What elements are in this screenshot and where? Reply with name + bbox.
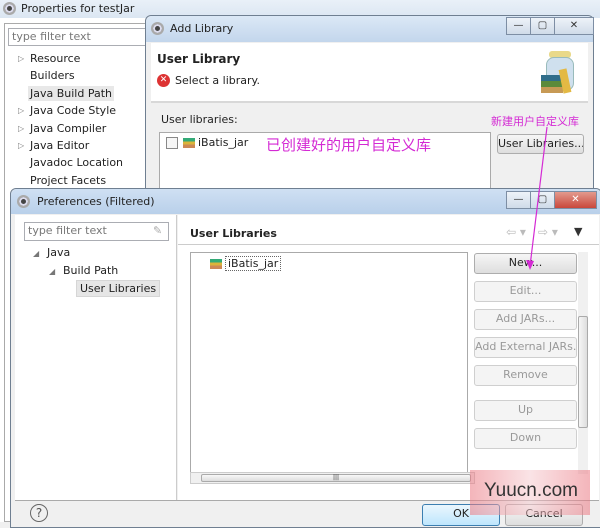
annotation-arrow <box>526 126 548 270</box>
